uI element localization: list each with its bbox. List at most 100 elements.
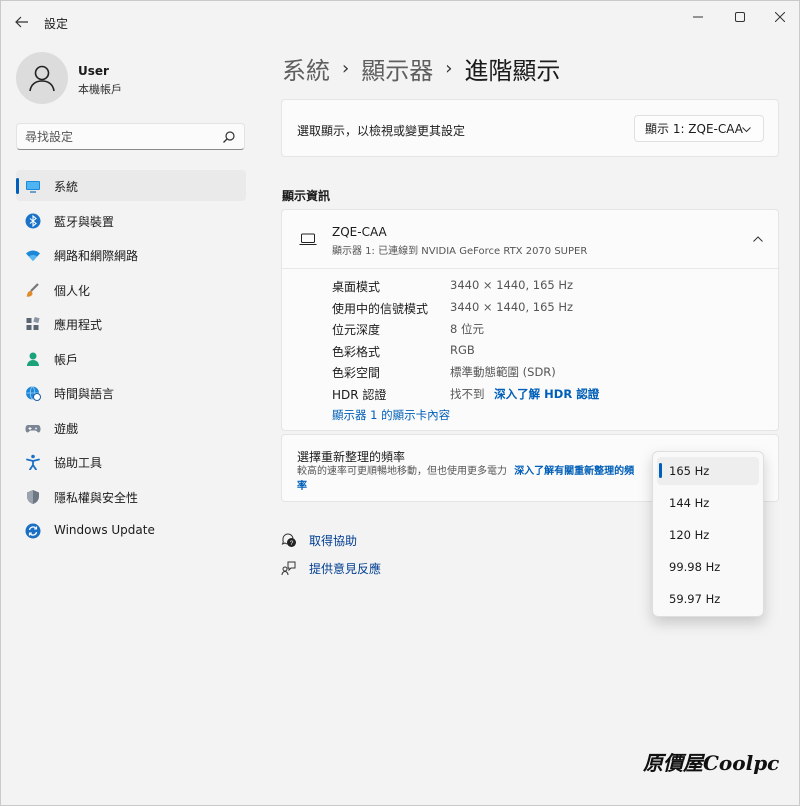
- svg-text:?: ?: [290, 540, 294, 547]
- settings-window: 設定 User 本機帳戶 系統 藍牙與裝置 網路和網際網路: [0, 0, 800, 806]
- laptop-icon: [299, 233, 317, 245]
- globe-clock-icon: [26, 386, 41, 401]
- breadcrumb-system[interactable]: 系統: [282, 51, 330, 86]
- back-button[interactable]: [11, 11, 33, 33]
- feedback-label: 提供意見反應: [309, 561, 382, 576]
- minimize-icon: [693, 16, 703, 18]
- sidebar-nav: 系統 藍牙與裝置 網路和網際網路 個人化 應用程式 帳戶 時間與語言 遊戲 協助…: [16, 170, 246, 550]
- search-box: [16, 123, 245, 150]
- maximize-button[interactable]: [723, 7, 757, 27]
- refresh-option-label: 120 Hz: [669, 528, 710, 542]
- shield-icon: [27, 489, 39, 504]
- refresh-option-label: 59.97 Hz: [669, 592, 721, 606]
- help-chat-icon: ?: [281, 533, 296, 547]
- info-value: RGB: [450, 343, 475, 357]
- info-value: 3440 × 1440, 165 Hz: [450, 278, 574, 292]
- sidebar-item-system[interactable]: 系統: [16, 170, 246, 201]
- adapter-properties-link[interactable]: 顯示器 1 的顯示卡內容: [332, 407, 450, 423]
- wifi-icon: [26, 250, 40, 261]
- sidebar-item-network[interactable]: 網路和網際網路: [16, 239, 246, 270]
- sidebar-item-accessibility[interactable]: 協助工具: [16, 446, 246, 477]
- sidebar-item-label: 隱私權與安全性: [54, 490, 139, 505]
- refresh-option[interactable]: 165 Hz: [657, 457, 759, 485]
- refresh-option-label: 99.98 Hz: [669, 560, 721, 574]
- sidebar-item-gaming[interactable]: 遊戲: [16, 412, 246, 443]
- display-select[interactable]: 顯示 1: ZQE-CAA: [634, 115, 764, 142]
- back-arrow-icon: [15, 16, 28, 28]
- refresh-rate-dropdown: 165 Hz 144 Hz 120 Hz 99.98 Hz 59.97 Hz: [652, 451, 764, 617]
- refresh-option[interactable]: 99.98 Hz: [657, 553, 759, 581]
- maximize-icon: [735, 12, 745, 22]
- info-key: HDR 認證: [332, 388, 387, 402]
- sidebar-item-label: 應用程式: [54, 318, 103, 332]
- chevron-down-icon: [742, 127, 751, 133]
- person-icon: [29, 65, 55, 92]
- close-button[interactable]: [763, 7, 797, 27]
- active-indicator: [16, 178, 19, 194]
- refresh-option[interactable]: 144 Hz: [657, 489, 759, 517]
- display-info-card: ZQE-CAA 顯示器 1: 已連線到 NVIDIA GeForce RTX 2…: [281, 209, 779, 431]
- sidebar-item-label: 時間與語言: [54, 387, 115, 401]
- sidebar-item-label: Windows Update: [54, 523, 155, 537]
- get-help-link[interactable]: ? 取得協助: [281, 530, 357, 550]
- chevron-right-icon: ›: [342, 58, 350, 79]
- info-value: 8 位元: [450, 322, 484, 336]
- select-display-card: 選取顯示，以檢視或變更其設定 顯示 1: ZQE-CAA: [281, 99, 779, 157]
- sidebar-item-apps[interactable]: 應用程式: [16, 308, 246, 339]
- refresh-option[interactable]: 59.97 Hz: [657, 585, 759, 613]
- feedback-icon: [281, 561, 296, 576]
- close-icon: [775, 12, 785, 22]
- sidebar-item-label: 協助工具: [54, 456, 103, 470]
- sidebar-item-label: 藍牙與裝置: [54, 214, 115, 229]
- breadcrumb: 系統 › 顯示器 › 進階顯示: [282, 51, 560, 86]
- user-name: User: [78, 64, 109, 78]
- chevron-up-icon[interactable]: [753, 236, 763, 242]
- monitor-name: ZQE-CAA: [332, 225, 387, 239]
- display-select-value: 顯示 1: ZQE-CAA: [645, 122, 744, 136]
- page-title: 進階顯示: [464, 57, 561, 85]
- sidebar-item-label: 網路和網際網路: [54, 249, 139, 263]
- gamepad-icon: [25, 424, 41, 432]
- sidebar-item-label: 帳戶: [54, 352, 79, 367]
- search-input[interactable]: [25, 128, 215, 145]
- refresh-option[interactable]: 120 Hz: [657, 521, 759, 549]
- hdr-learn-more-link[interactable]: 深入了解 HDR 認證: [494, 387, 599, 401]
- refresh-rate-desc-text: 較高的速率可更順暢地移動，但也使用更多電力: [297, 466, 507, 477]
- title-bar: 設定: [1, 1, 799, 41]
- refresh-rate-title: 選擇重新整理的頻率: [297, 450, 406, 464]
- app-title: 設定: [44, 17, 69, 31]
- sidebar-item-label: 系統: [54, 180, 79, 194]
- display-info-header[interactable]: ZQE-CAA 顯示器 1: 已連線到 NVIDIA GeForce RTX 2…: [282, 210, 778, 269]
- feedback-link[interactable]: 提供意見反應: [281, 558, 381, 578]
- get-help-label: 取得協助: [309, 533, 358, 548]
- info-value: 標準動態範圍 (SDR): [450, 365, 556, 379]
- user-account-type: 本機帳戶: [78, 83, 122, 96]
- refresh-option-label: 165 Hz: [669, 464, 710, 478]
- monitor-icon: [26, 181, 40, 193]
- sidebar-item-label: 遊戲: [54, 421, 79, 436]
- person-icon: [27, 352, 39, 366]
- brush-icon: [26, 282, 39, 297]
- sidebar-item-label: 個人化: [54, 283, 91, 298]
- avatar[interactable]: [16, 52, 68, 104]
- breadcrumb-display[interactable]: 顯示器: [361, 51, 433, 86]
- sidebar-item-personalization[interactable]: 個人化: [16, 274, 246, 305]
- search-icon[interactable]: [222, 130, 236, 144]
- monitor-connection: 顯示器 1: 已連線到 NVIDIA GeForce RTX 2070 SUPE…: [332, 246, 588, 257]
- accessibility-icon: [26, 454, 40, 470]
- hdr-status: 找不到: [450, 387, 485, 401]
- minimize-button[interactable]: [681, 7, 715, 27]
- select-display-label: 選取顯示，以檢視或變更其設定: [297, 124, 466, 138]
- chevron-right-icon: ›: [445, 58, 453, 79]
- sidebar-item-time-language[interactable]: 時間與語言: [16, 377, 246, 408]
- selected-indicator: [659, 463, 662, 478]
- info-value: 3440 × 1440, 165 Hz: [450, 300, 574, 314]
- display-info-heading: 顯示資訊: [282, 189, 331, 203]
- sidebar-item-accounts[interactable]: 帳戶: [16, 343, 246, 374]
- info-key: 色彩空間: [332, 366, 381, 380]
- sidebar-item-privacy[interactable]: 隱私權與安全性: [16, 481, 246, 512]
- sidebar-item-windows-update[interactable]: Windows Update: [16, 515, 246, 546]
- watermark-logo: 原價屋Coolpc: [643, 751, 780, 775]
- sidebar-item-bluetooth[interactable]: 藍牙與裝置: [16, 205, 246, 236]
- info-key: 使用中的信號模式: [332, 302, 429, 316]
